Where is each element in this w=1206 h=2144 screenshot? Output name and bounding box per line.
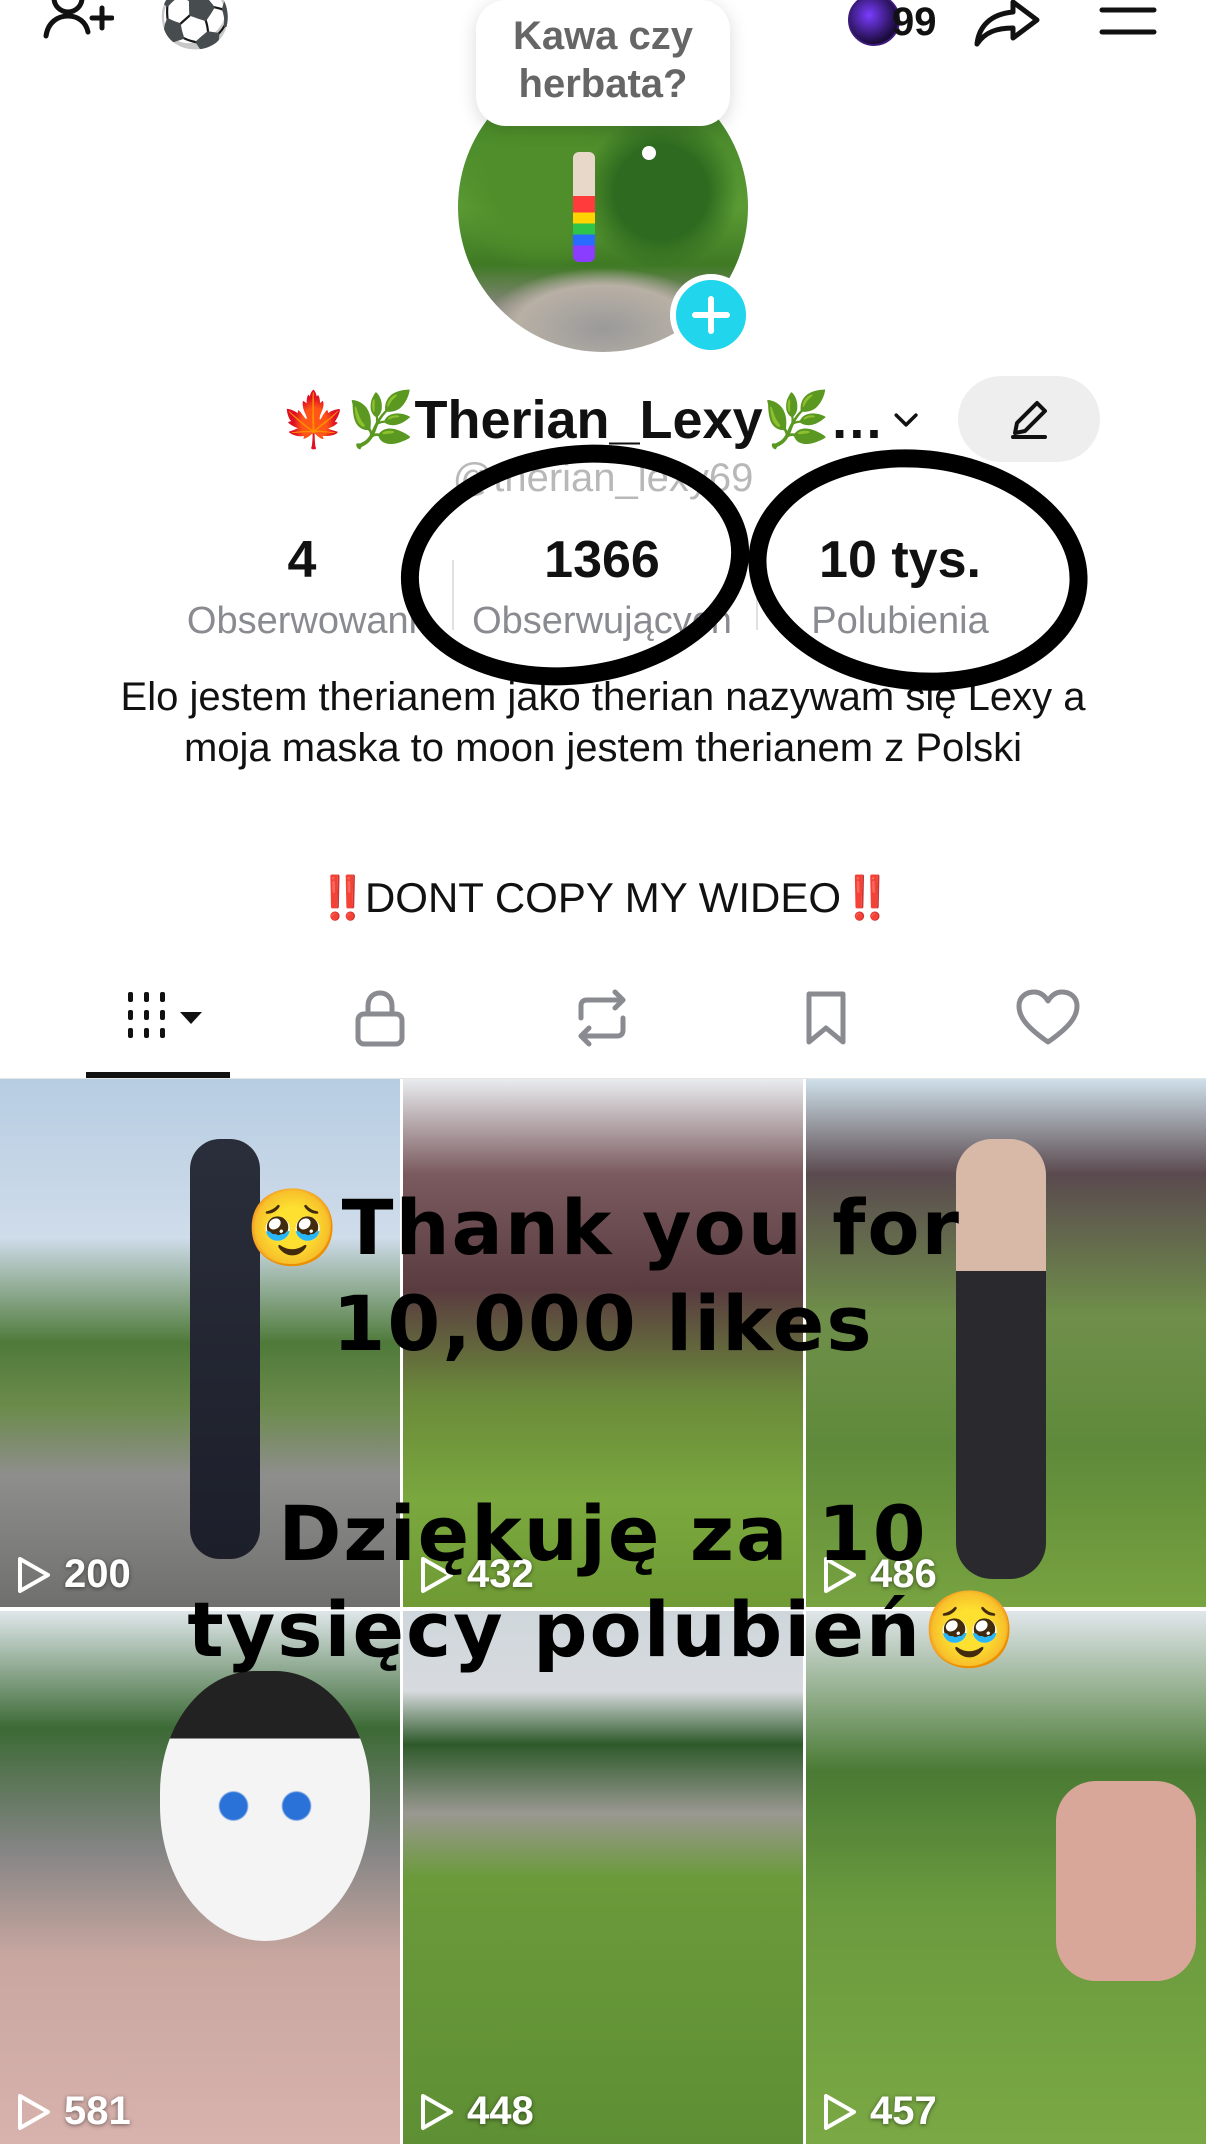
view-count-value: 581 <box>64 2089 131 2133</box>
video-figure <box>1056 1781 1196 1981</box>
warning-marks-left: ‼️ <box>316 874 369 921</box>
play-icon <box>824 2093 856 2130</box>
play-icon <box>18 2093 50 2130</box>
video-thumbnail[interactable]: 448 <box>403 1611 803 2144</box>
pencil-icon <box>1011 401 1047 439</box>
mask-face <box>160 1671 370 1941</box>
tab-videos[interactable] <box>100 980 220 1056</box>
soccer-ball-icon[interactable]: ⚽ <box>158 0 233 52</box>
view-count-value: 457 <box>870 2089 937 2133</box>
bio-slogan: ‼️DONT COPY MY WIDEO‼️ <box>0 874 1206 923</box>
tab-reposts[interactable] <box>562 980 642 1056</box>
lock-icon <box>355 990 405 1047</box>
view-count: 457 <box>822 2089 937 2134</box>
edit-profile-button[interactable] <box>958 376 1100 462</box>
add-story-button[interactable] <box>670 274 752 356</box>
tab-liked[interactable] <box>1008 980 1088 1056</box>
status-bubble-text: Kawa czy herbata? <box>512 14 694 106</box>
slogan-text: DONT COPY MY WIDEO <box>364 874 842 921</box>
stat-following-value: 4 <box>287 531 317 589</box>
overlay-thank-you: 🥹Thank you for 10,000 likes <box>244 1183 962 1368</box>
view-count: 448 <box>419 2089 534 2134</box>
stat-following[interactable]: 4 Obserwowani <box>170 534 434 643</box>
add-friend-icon[interactable] <box>40 0 116 54</box>
linked-account-badge[interactable]: 99 <box>848 0 958 50</box>
overlay-dziekuje: Dziękuję za 10 tysięcy polubień🥹 <box>187 1489 1019 1674</box>
badge-count: 99 <box>892 0 937 44</box>
tab-private[interactable] <box>340 980 420 1056</box>
warning-marks-right: ‼️ <box>841 874 893 921</box>
share-icon[interactable] <box>970 0 1046 52</box>
avatar-photo-detail <box>573 152 595 262</box>
play-icon <box>18 1556 50 1593</box>
status-bubble[interactable]: Kawa czy herbata? <box>476 0 730 126</box>
video-thumbnail[interactable]: 581 <box>0 1611 400 2144</box>
plus-icon <box>692 296 730 334</box>
menu-icon[interactable] <box>1096 0 1160 44</box>
heart-icon <box>1016 989 1080 1045</box>
bookmark-icon <box>806 991 846 1045</box>
chevron-down-icon <box>894 413 918 427</box>
grid-icon <box>128 992 202 1038</box>
display-name: 🍁🌿Therian_Lexy🌿… <box>280 389 884 450</box>
status-bubble-tail <box>642 146 656 160</box>
tab-favorites[interactable] <box>786 980 866 1056</box>
repost-icon <box>578 989 626 1047</box>
view-count: 581 <box>16 2089 131 2134</box>
play-icon <box>421 2093 453 2130</box>
view-count-value: 448 <box>467 2089 534 2133</box>
stat-following-label: Obserwowani <box>186 600 418 642</box>
video-thumbnail[interactable]: 457 <box>806 1611 1206 2144</box>
